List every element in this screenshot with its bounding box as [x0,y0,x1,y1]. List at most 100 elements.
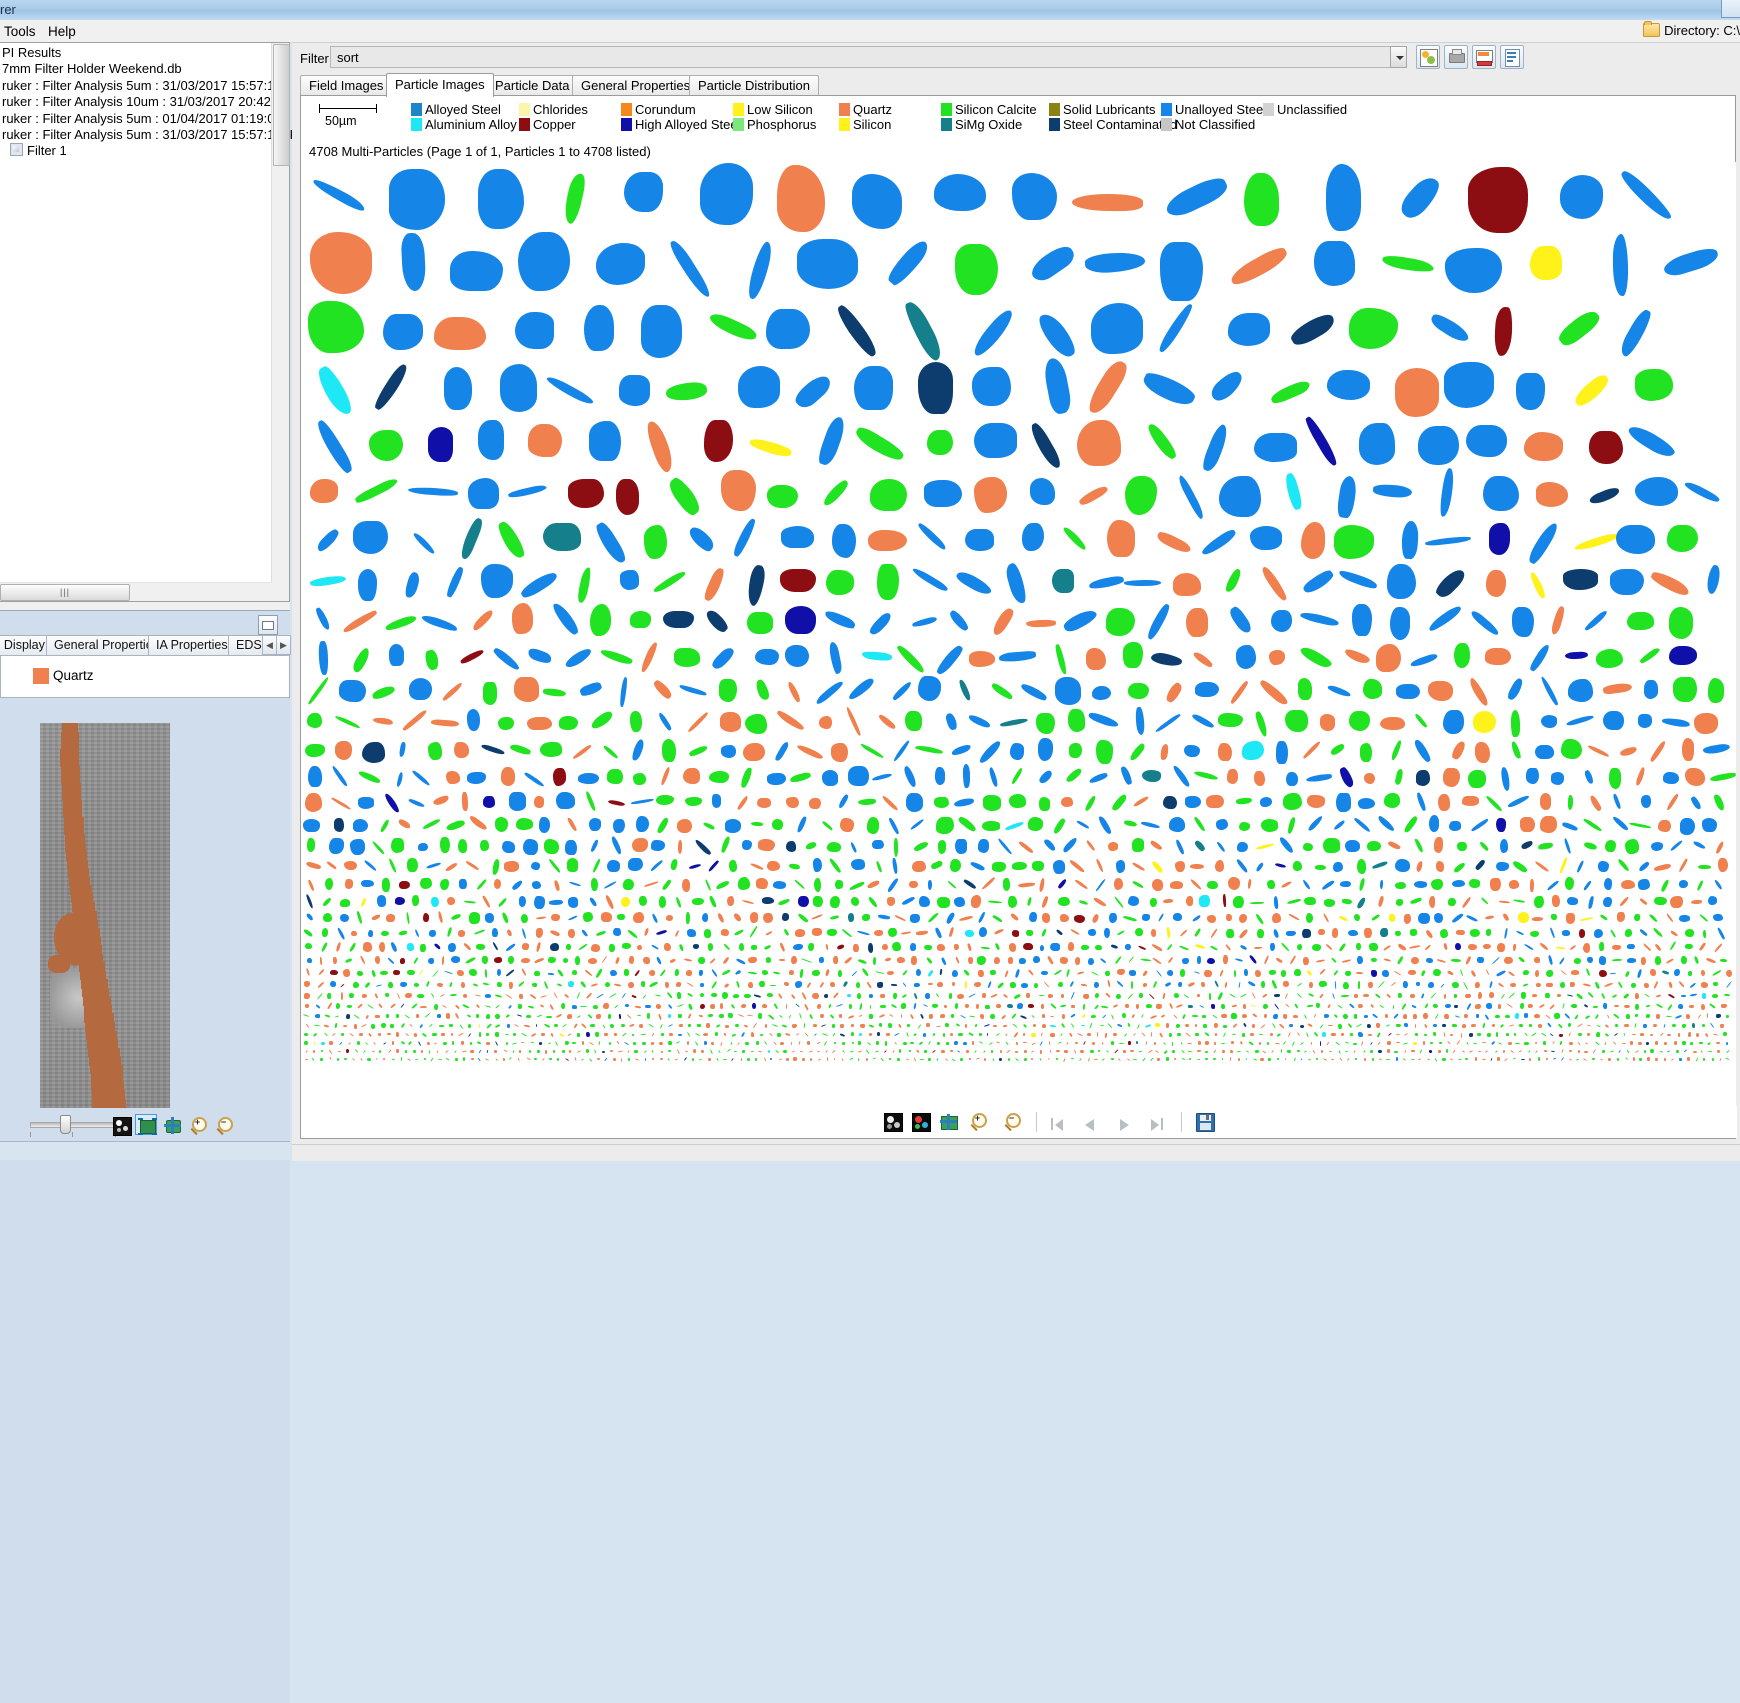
particle[interactable] [1319,1023,1324,1029]
particle[interactable] [980,1014,985,1020]
particle[interactable] [424,648,441,671]
particle[interactable] [1433,1032,1436,1037]
particle[interactable] [1470,818,1490,834]
particle[interactable] [517,1003,523,1009]
particle[interactable] [918,362,953,415]
particle[interactable] [500,766,516,787]
particle[interactable] [798,1013,802,1020]
particle[interactable] [1541,1032,1547,1037]
particle[interactable] [909,1013,915,1020]
particle[interactable] [1409,652,1438,668]
particle[interactable] [1219,476,1261,517]
particle[interactable] [1531,1032,1537,1037]
particle[interactable] [1142,769,1161,782]
particle[interactable] [1318,928,1325,936]
particle[interactable] [1549,1003,1555,1010]
particle[interactable] [710,993,718,998]
particle[interactable] [1415,981,1421,987]
particle[interactable] [1357,1004,1364,1009]
particle[interactable] [856,930,870,937]
particle[interactable] [382,878,391,892]
particle[interactable] [1093,1058,1098,1061]
particle[interactable] [1475,741,1491,764]
particle[interactable] [861,913,870,921]
particle[interactable] [1058,896,1070,907]
particle[interactable] [679,683,708,697]
particle[interactable] [1074,1041,1079,1045]
particle[interactable] [1521,1058,1525,1061]
particle[interactable] [1223,955,1228,965]
particle[interactable] [391,1058,395,1061]
particle[interactable] [944,1023,950,1028]
particle[interactable] [1060,1022,1066,1028]
particle[interactable] [683,1057,687,1061]
particle[interactable] [1517,956,1525,964]
particle[interactable] [1654,942,1663,952]
particle[interactable] [1202,1023,1208,1029]
particle[interactable] [1041,927,1048,937]
particle[interactable] [1462,1023,1467,1028]
particle[interactable] [1165,1057,1169,1061]
particle[interactable] [1477,956,1484,964]
next-page-button[interactable] [1113,1110,1137,1134]
particle[interactable] [567,1014,573,1019]
particle[interactable] [1122,1013,1127,1019]
particle[interactable] [379,818,390,833]
particle[interactable] [893,1041,897,1045]
particle[interactable] [617,914,626,921]
particle[interactable] [964,1003,970,1009]
particle[interactable] [902,1041,907,1046]
particle[interactable] [1258,1041,1261,1046]
particle[interactable] [588,957,597,965]
particle[interactable] [459,878,468,889]
particle[interactable] [505,943,516,952]
particle[interactable] [604,1032,608,1037]
particle[interactable] [1319,969,1326,976]
particle[interactable] [629,611,652,628]
particle[interactable] [1615,1024,1618,1028]
particle[interactable] [703,1040,708,1045]
particle[interactable] [1144,421,1180,462]
particle[interactable] [388,981,393,988]
particle[interactable] [891,983,898,987]
particle[interactable] [1384,958,1391,962]
particle[interactable] [1551,914,1558,920]
particle[interactable] [1113,877,1123,890]
particle[interactable] [1267,1041,1270,1045]
particle[interactable] [1115,859,1125,873]
particle[interactable] [1009,912,1020,922]
particle[interactable] [512,1049,515,1054]
particle[interactable] [792,1023,797,1028]
particle[interactable] [539,1004,545,1009]
particle[interactable] [552,992,558,1000]
particle[interactable] [1301,740,1321,759]
particle[interactable] [1539,942,1550,952]
zoom-in-button[interactable]: + [187,1114,209,1136]
particle[interactable] [1606,1014,1610,1019]
particle[interactable] [999,1058,1003,1061]
color-image-button[interactable] [909,1110,933,1134]
particle[interactable] [1408,944,1420,949]
particle[interactable] [1033,956,1040,964]
particle[interactable] [795,929,806,937]
particle[interactable] [1004,820,1024,831]
particle[interactable] [411,530,436,555]
particle[interactable] [1630,982,1637,988]
particle[interactable] [539,817,551,833]
particle[interactable] [1162,898,1174,904]
particle[interactable] [363,942,373,952]
particle[interactable] [945,911,955,924]
particle[interactable] [1489,523,1511,555]
particle[interactable] [1558,857,1568,874]
particle[interactable] [990,605,1017,638]
particle[interactable] [1288,913,1301,922]
particle[interactable] [1181,1057,1186,1061]
particle[interactable] [1061,836,1078,854]
particle[interactable] [1125,475,1157,515]
particle[interactable] [892,941,901,952]
particle[interactable] [381,1023,387,1029]
particle[interactable] [1218,742,1232,762]
particle[interactable] [1429,815,1440,833]
particle[interactable] [1424,1033,1427,1037]
particle[interactable] [1532,916,1544,921]
